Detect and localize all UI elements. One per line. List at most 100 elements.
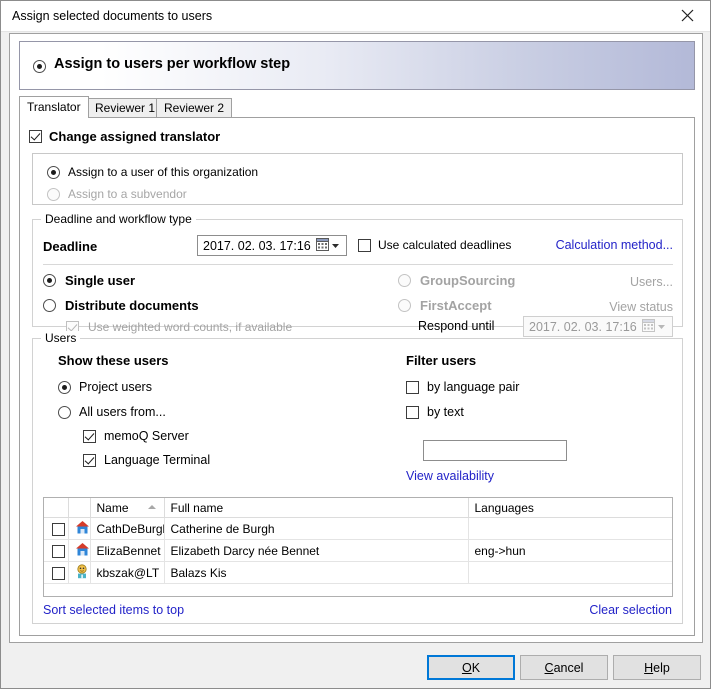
- single-user-row[interactable]: Single user: [43, 273, 135, 288]
- table-header-row: Name Full name Languages: [44, 498, 672, 518]
- dialog-content: Assign to users per workflow step Transl…: [9, 33, 703, 643]
- row-languages-cell: eng->hun: [468, 539, 672, 562]
- project-users-radio[interactable]: [58, 380, 71, 394]
- sort-selected-items-link[interactable]: Sort selected items to top: [43, 603, 184, 617]
- group-sourcing-users-link[interactable]: Users...: [630, 275, 673, 289]
- subvendor-radio[interactable]: [47, 187, 60, 201]
- first-accept-view-status-link[interactable]: View status: [609, 300, 673, 314]
- single-user-radio[interactable]: [43, 274, 56, 287]
- deadline-date-dropdown[interactable]: [312, 238, 344, 254]
- subvendor-label: Assign to a subvendor: [68, 187, 187, 201]
- users-group-title: Users: [41, 331, 81, 345]
- use-calculated-deadlines-row[interactable]: Use calculated deadlines: [358, 238, 511, 252]
- language-terminal-checkbox[interactable]: [83, 453, 96, 467]
- filter-by-language-pair-checkbox[interactable]: [406, 380, 419, 394]
- use-calculated-deadlines-label: Use calculated deadlines: [378, 238, 512, 252]
- calendar-icon: [642, 319, 655, 335]
- help-button-mnemonic: H: [644, 660, 654, 675]
- column-header-select[interactable]: [44, 498, 69, 518]
- respond-until-dropdown[interactable]: [638, 319, 670, 335]
- users-table[interactable]: Name Full name Languages CathDeBurgh Cat…: [43, 497, 673, 597]
- row-name-cell: CathDeBurgh: [90, 517, 165, 540]
- house-icon: [75, 542, 90, 560]
- row-full-name-cell: Catherine de Burgh: [164, 517, 469, 540]
- tab-reviewer-1[interactable]: Reviewer 1: [87, 98, 164, 117]
- all-users-from-label: All users from...: [79, 405, 166, 419]
- tab-strip: Translator Reviewer 1 Reviewer 2: [19, 96, 695, 118]
- group-sourcing-label: GroupSourcing: [420, 273, 516, 288]
- memoq-server-checkbox[interactable]: [83, 429, 96, 443]
- filter-by-text-row[interactable]: by text: [406, 405, 464, 419]
- language-terminal-row[interactable]: Language Terminal: [83, 453, 210, 467]
- cancel-button-mnemonic: C: [544, 660, 554, 675]
- distribute-documents-label: Distribute documents: [65, 298, 199, 313]
- organization-radio[interactable]: [47, 165, 60, 179]
- row-select-cell[interactable]: [44, 517, 69, 540]
- window-title: Assign selected documents to users: [12, 9, 213, 23]
- table-row[interactable]: ElizaBennet Elizabeth Darcy née Bennet e…: [44, 539, 672, 562]
- distribute-documents-radio[interactable]: [43, 299, 56, 312]
- first-accept-radio[interactable]: [398, 299, 411, 312]
- first-accept-row[interactable]: FirstAccept: [398, 298, 492, 313]
- clear-selection-link[interactable]: Clear selection: [589, 603, 672, 617]
- row-full-name-cell: Balazs Kis: [164, 561, 469, 584]
- table-row[interactable]: kbszak@LT Balazs Kis: [44, 561, 672, 584]
- dialog-footer: OK Cancel Help: [1, 647, 710, 688]
- help-button-label: elp: [653, 660, 670, 675]
- row-select-cell[interactable]: [44, 539, 69, 562]
- filter-text-input[interactable]: [423, 440, 567, 461]
- use-calculated-deadlines-checkbox[interactable]: [358, 238, 371, 252]
- change-assigned-translator-checkbox[interactable]: [29, 130, 42, 143]
- column-header-languages[interactable]: Languages: [468, 498, 672, 518]
- column-header-full-name[interactable]: Full name: [164, 498, 469, 518]
- close-button[interactable]: [665, 1, 710, 30]
- table-row[interactable]: CathDeBurgh Catherine de Burgh: [44, 517, 672, 540]
- distribute-documents-row[interactable]: Distribute documents: [43, 298, 199, 313]
- row-languages-cell: [468, 561, 672, 584]
- calculation-method-link[interactable]: Calculation method...: [556, 238, 673, 252]
- radio-row-subvendor[interactable]: Assign to a subvendor: [47, 187, 187, 201]
- column-header-icon[interactable]: [68, 498, 91, 518]
- banner-label: Assign to users per workflow step: [54, 56, 291, 72]
- help-button[interactable]: Help: [613, 655, 701, 680]
- all-users-from-row[interactable]: All users from...: [58, 405, 166, 419]
- respond-until-input[interactable]: 2017. 02. 03. 17:16: [523, 316, 673, 337]
- deadline-date-input[interactable]: 2017. 02. 03. 17:16: [197, 235, 347, 256]
- row-select-cell[interactable]: [44, 561, 69, 584]
- cancel-button-label: ancel: [553, 660, 584, 675]
- row-select-checkbox[interactable]: [52, 522, 66, 536]
- chevron-down-icon: [657, 320, 666, 334]
- tab-reviewer-2[interactable]: Reviewer 2: [156, 98, 233, 117]
- user-icon: [75, 563, 90, 582]
- deadline-workflow-groupbox: Deadline and workflow type Deadline 2017…: [32, 212, 683, 337]
- banner-radio[interactable]: [33, 60, 46, 73]
- weighted-word-counts-row[interactable]: Use weighted word counts, if available: [66, 320, 292, 334]
- view-availability-link[interactable]: View availability: [406, 469, 494, 483]
- row-languages-cell: [468, 517, 672, 540]
- row-icon-cell: [68, 561, 91, 584]
- group-sourcing-row[interactable]: GroupSourcing: [398, 273, 515, 288]
- row-select-checkbox[interactable]: [52, 566, 66, 580]
- tab-translator[interactable]: Translator: [19, 96, 89, 118]
- dialog-window: Assign selected documents to users Assig…: [0, 0, 711, 689]
- users-groupbox: Users Show these users Project users All…: [32, 331, 683, 624]
- cancel-button[interactable]: Cancel: [520, 655, 608, 680]
- close-icon: [681, 9, 694, 22]
- ok-button-mnemonic: O: [461, 660, 472, 675]
- row-icon-cell: [68, 539, 91, 562]
- workflow-step-banner[interactable]: Assign to users per workflow step: [19, 41, 695, 90]
- respond-until-value: 2017. 02. 03. 17:16: [529, 320, 637, 334]
- project-users-row[interactable]: Project users: [58, 380, 152, 394]
- filter-by-language-pair-row[interactable]: by language pair: [406, 380, 519, 394]
- row-select-checkbox[interactable]: [52, 544, 66, 558]
- respond-until-text: Respond until: [418, 319, 495, 333]
- all-users-from-radio[interactable]: [58, 405, 71, 419]
- column-header-name-label: Name: [96, 500, 129, 515]
- group-sourcing-radio[interactable]: [398, 274, 411, 287]
- change-assigned-translator-row[interactable]: Change assigned translator: [29, 129, 220, 144]
- memoq-server-row[interactable]: memoQ Server: [83, 429, 189, 443]
- column-header-name[interactable]: Name: [90, 498, 165, 518]
- radio-row-organization[interactable]: Assign to a user of this organization: [47, 165, 258, 179]
- filter-by-text-checkbox[interactable]: [406, 405, 419, 419]
- ok-button[interactable]: OK: [427, 655, 515, 680]
